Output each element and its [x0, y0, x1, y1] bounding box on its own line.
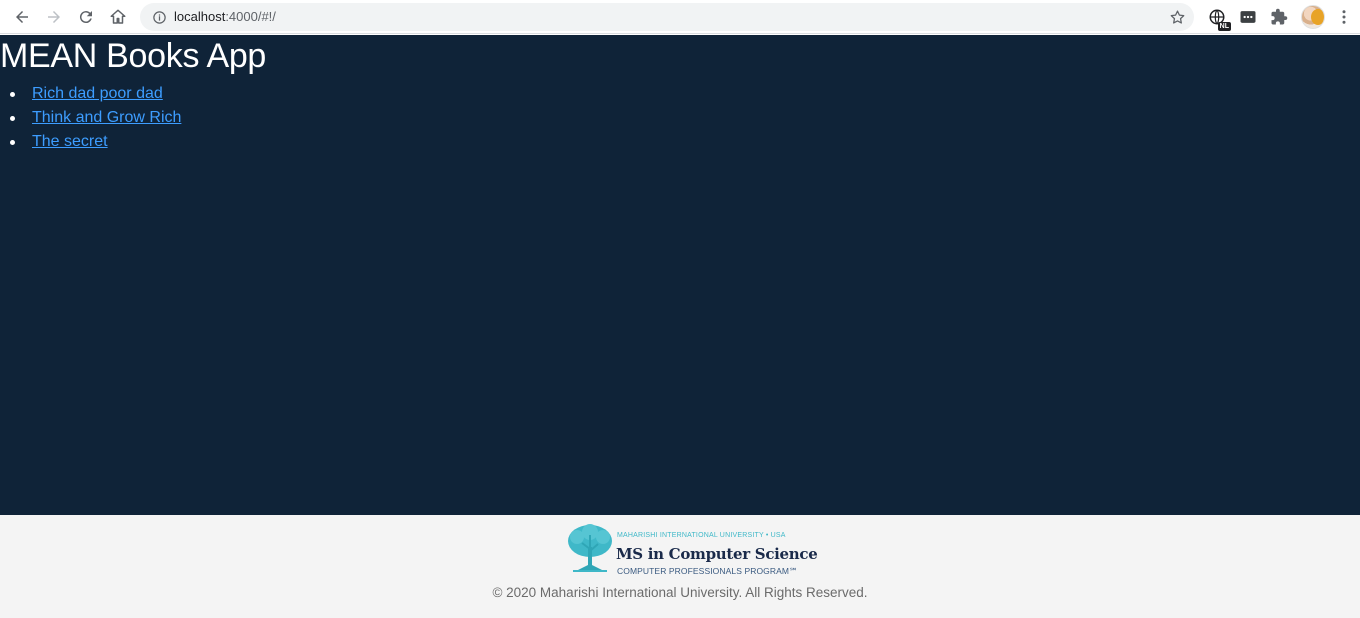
avatar[interactable]	[1301, 5, 1325, 29]
kebab-menu-icon[interactable]	[1332, 5, 1356, 29]
back-icon[interactable]	[10, 5, 34, 29]
footer: MAHARISHI INTERNATIONAL UNIVERSITY • USA…	[0, 515, 1360, 618]
bullet	[10, 116, 15, 121]
bullet	[10, 92, 15, 97]
book-link[interactable]: Think and Grow Rich	[32, 109, 181, 126]
password-extension-icon[interactable]	[1237, 6, 1259, 28]
forward-icon[interactable]	[42, 5, 66, 29]
page-title: MEAN Books App	[0, 37, 267, 75]
url-host: localhost	[174, 9, 226, 24]
list-item: Think and Grow Rich	[0, 107, 181, 131]
url-text: localhost:4000/#!/	[174, 9, 276, 24]
app-main: MEAN Books App Rich dad poor dad Think a…	[0, 35, 1360, 515]
globe-extension-icon[interactable]: NL	[1206, 6, 1231, 31]
logo-program: COMPUTER PROFESSIONALS PROGRAM℠	[617, 566, 798, 576]
university-logo: MAHARISHI INTERNATIONAL UNIVERSITY • USA…	[565, 523, 818, 576]
logo-tagline: MAHARISHI INTERNATIONAL UNIVERSITY • USA	[617, 532, 786, 539]
book-link[interactable]: The secret	[32, 133, 108, 150]
tree-logo-icon	[568, 524, 612, 572]
info-icon[interactable]	[150, 8, 168, 26]
extension-badge: NL	[1217, 22, 1231, 31]
book-list: Rich dad poor dad Think and Grow Rich Th…	[0, 83, 181, 155]
puzzle-icon[interactable]	[1268, 6, 1290, 28]
book-link[interactable]: Rich dad poor dad	[32, 85, 163, 102]
copyright-text: © 2020 Maharishi International Universit…	[492, 585, 868, 600]
logo-name: MS in Computer Science	[616, 545, 818, 563]
reload-icon[interactable]	[74, 5, 98, 29]
url-path: :4000/#!/	[225, 9, 276, 24]
home-icon[interactable]	[106, 5, 130, 29]
browser-toolbar: localhost:4000/#!/ NL	[0, 0, 1360, 34]
star-icon[interactable]	[1168, 8, 1186, 26]
avatar-hair	[1311, 9, 1324, 25]
bullet	[10, 140, 15, 145]
list-item: Rich dad poor dad	[0, 83, 181, 107]
list-item: The secret	[0, 131, 181, 155]
address-bar[interactable]: localhost:4000/#!/	[140, 3, 1194, 31]
